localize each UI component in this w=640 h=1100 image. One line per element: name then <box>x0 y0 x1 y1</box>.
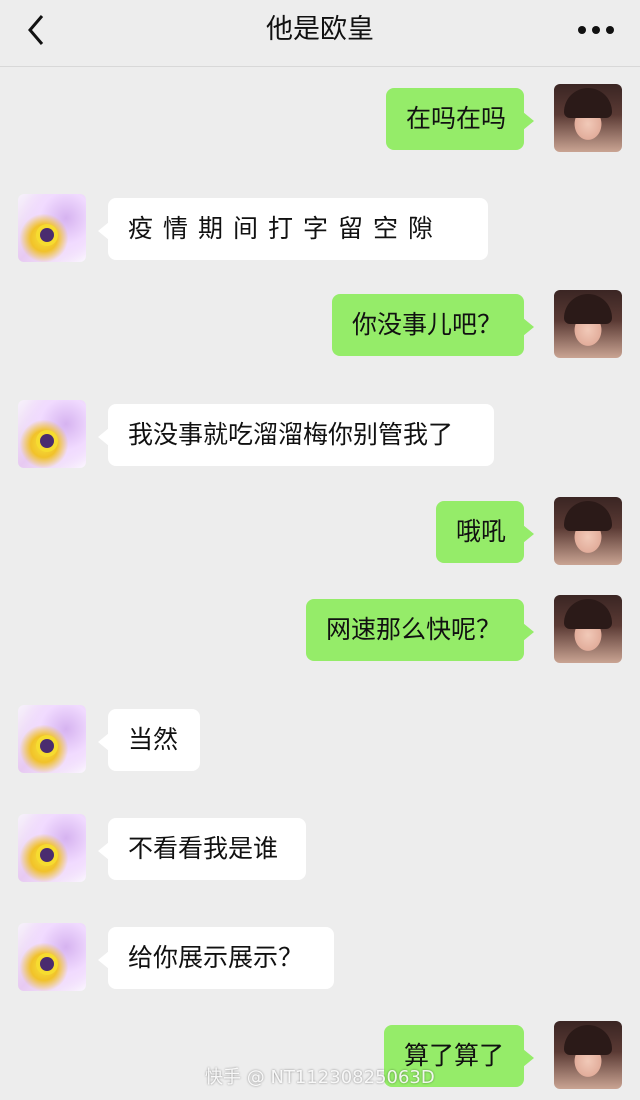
incoming-message[interactable]: 不看看我是谁 <box>98 818 306 880</box>
outgoing-message[interactable]: 在吗在吗 <box>386 88 534 150</box>
outgoing-message[interactable]: 网速那么快呢？ <box>306 599 534 661</box>
contact-avatar[interactable] <box>18 923 86 991</box>
more-dots-icon <box>578 26 614 34</box>
message-row: 哦吼 <box>0 497 640 567</box>
message-row: 不看看我是谁 <box>0 814 640 884</box>
message-row: 我没事就吃溜溜梅你别管我了 <box>0 400 640 470</box>
chat-title: 他是欧皇 <box>266 14 374 45</box>
incoming-message[interactable]: 给你展示展示？ <box>98 927 334 989</box>
message-row: 疫情期间打字留空隙 <box>0 194 640 264</box>
incoming-message[interactable]: 当然 <box>98 709 200 771</box>
chat-header: 他是欧皇 <box>0 0 640 67</box>
my-avatar[interactable] <box>554 290 622 358</box>
incoming-message[interactable]: 疫情期间打字留空隙 <box>98 198 488 260</box>
message-row: 在吗在吗 <box>0 84 640 154</box>
incoming-message[interactable]: 我没事就吃溜溜梅你别管我了 <box>98 404 494 466</box>
outgoing-message[interactable]: 你没事儿吧？ <box>332 294 534 356</box>
message-row: 你没事儿吧？ <box>0 290 640 360</box>
more-button[interactable] <box>576 18 616 42</box>
my-avatar[interactable] <box>554 595 622 663</box>
contact-avatar[interactable] <box>18 400 86 468</box>
my-avatar[interactable] <box>554 84 622 152</box>
message-row: 当然 <box>0 705 640 775</box>
my-avatar[interactable] <box>554 497 622 565</box>
watermark: 快手 @ NT11230825063D <box>205 1067 435 1088</box>
contact-avatar[interactable] <box>18 705 86 773</box>
message-row: 给你展示展示？ <box>0 923 640 993</box>
contact-avatar[interactable] <box>18 814 86 882</box>
contact-avatar[interactable] <box>18 194 86 262</box>
my-avatar[interactable] <box>554 1021 622 1089</box>
outgoing-message[interactable]: 哦吼 <box>436 501 534 563</box>
message-row: 网速那么快呢？ <box>0 595 640 665</box>
